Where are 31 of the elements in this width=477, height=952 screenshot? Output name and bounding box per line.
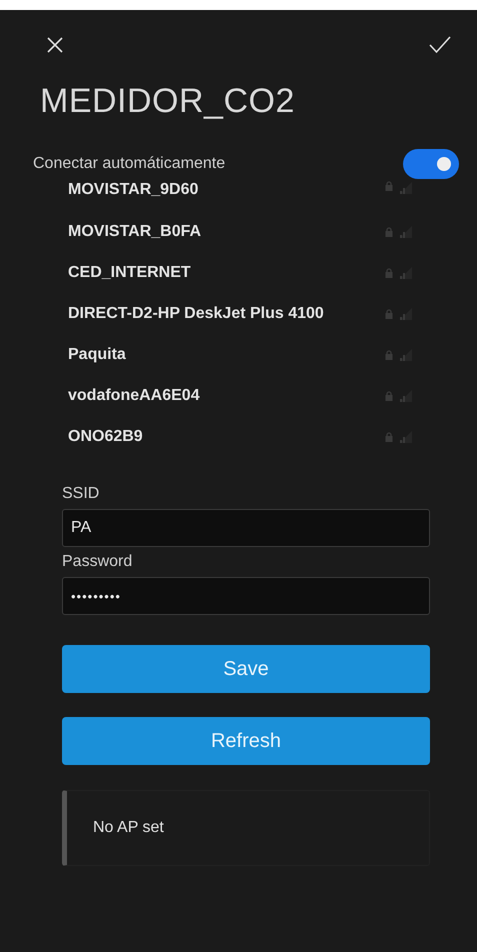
lock-icon (385, 308, 393, 318)
ssid-label: SSID (62, 485, 100, 503)
signal-icon (399, 348, 413, 362)
signal-icon (399, 224, 413, 238)
lock-icon (385, 390, 393, 400)
network-name[interactable]: DIRECT-D2-HP DeskJet Plus 4100 (68, 304, 385, 322)
lock-icon (385, 226, 393, 236)
password-label: Password (62, 553, 134, 571)
network-name[interactable]: Paquita (68, 346, 385, 364)
status-message: No AP set (93, 819, 164, 837)
auto-connect-switch[interactable] (403, 149, 459, 179)
network-name[interactable]: ONO62B9 (68, 428, 385, 446)
checkmark-icon (429, 36, 451, 54)
page-title: MEDIDOR_CO2 (40, 82, 296, 121)
lock-icon (385, 432, 393, 442)
network-name[interactable]: vodafoneAA6E04 (68, 386, 385, 404)
password-input[interactable]: ••••••••• (62, 577, 430, 615)
network-name[interactable]: CED_INTERNET (68, 264, 385, 282)
signal-icon (399, 388, 413, 402)
signal-icon (399, 306, 413, 320)
lock-icon (385, 350, 393, 360)
signal-icon (399, 181, 413, 195)
close-icon (46, 36, 64, 54)
ssid-input[interactable]: PA (62, 509, 430, 547)
lock-icon (385, 268, 393, 278)
network-name[interactable]: MOVISTAR_B0FA (68, 222, 385, 240)
signal-icon (399, 266, 413, 280)
lock-icon (385, 181, 393, 191)
signal-icon (399, 430, 413, 444)
network-name[interactable]: MOVISTAR_9D60 (68, 181, 385, 199)
toggle-label: Conectar automáticamente (33, 155, 226, 173)
